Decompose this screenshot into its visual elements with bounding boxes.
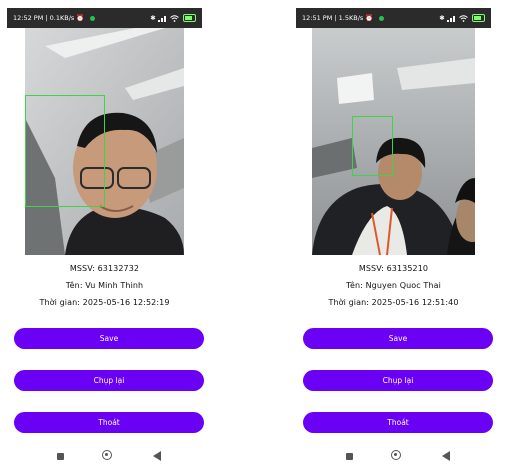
exit-button[interactable]: Thoát: [303, 412, 493, 433]
retake-button[interactable]: Chụp lại: [303, 370, 493, 391]
alarm-icon: ⏰: [365, 14, 374, 22]
retake-button[interactable]: Chụp lại: [14, 370, 204, 391]
save-button[interactable]: Save: [303, 328, 493, 349]
student-id-text: MSSV: 63135210: [358, 264, 429, 273]
capture-time-text: Thời gian: 2025-05-16 12:51:40: [328, 298, 459, 307]
signal-icon: [157, 15, 166, 22]
wifi-icon: [170, 14, 179, 22]
nav-recents-icon[interactable]: [57, 453, 64, 460]
battery-icon: [183, 14, 196, 22]
status-time: 12:52 PM | 0.1KB/s: [13, 14, 75, 22]
notification-dot-icon: [378, 15, 384, 21]
captured-photo: [25, 28, 184, 255]
student-name-text: Tên: Nguyen Quoc Thai: [346, 281, 441, 290]
save-button[interactable]: Save: [14, 328, 204, 349]
nav-back-icon[interactable]: [442, 451, 450, 461]
face-detection-box: [25, 95, 105, 207]
notification-dot-icon: [89, 15, 95, 21]
battery-icon: [472, 14, 485, 22]
nav-home-icon[interactable]: [391, 450, 401, 460]
captured-photo: [312, 28, 475, 255]
nav-recents-icon[interactable]: [346, 453, 353, 460]
phone-screen-left: 12:52 PM | 0.1KB/s ⏰ ✱ MSSV: 63132732 Tê…: [7, 8, 204, 471]
student-name-text: Tên: Vu Minh Thinh: [65, 281, 144, 290]
status-bar: 12:52 PM | 0.1KB/s ⏰ ✱: [7, 8, 202, 28]
capture-time-text: Thời gian: 2025-05-16 12:52:19: [39, 298, 170, 307]
status-bar: 12:51 PM | 1.5KB/s ⏰ ✱: [296, 8, 491, 28]
navigation-bar: [7, 448, 202, 466]
photo-image: [312, 28, 475, 255]
signal-icon: [446, 15, 455, 22]
face-detection-box: [352, 116, 393, 176]
status-time: 12:51 PM | 1.5KB/s: [302, 14, 364, 22]
bluetooth-icon: ✱: [439, 14, 445, 22]
exit-button[interactable]: Thoát: [14, 412, 204, 433]
wifi-icon: [459, 14, 468, 22]
nav-home-icon[interactable]: [102, 450, 112, 460]
navigation-bar: [296, 448, 491, 466]
student-id-text: MSSV: 63132732: [69, 264, 140, 273]
nav-back-icon[interactable]: [153, 451, 161, 461]
alarm-icon: ⏰: [76, 14, 85, 22]
bluetooth-icon: ✱: [150, 14, 156, 22]
phone-screen-right: 12:51 PM | 1.5KB/s ⏰ ✱ MSSV: 63135210 Tê…: [296, 8, 493, 471]
